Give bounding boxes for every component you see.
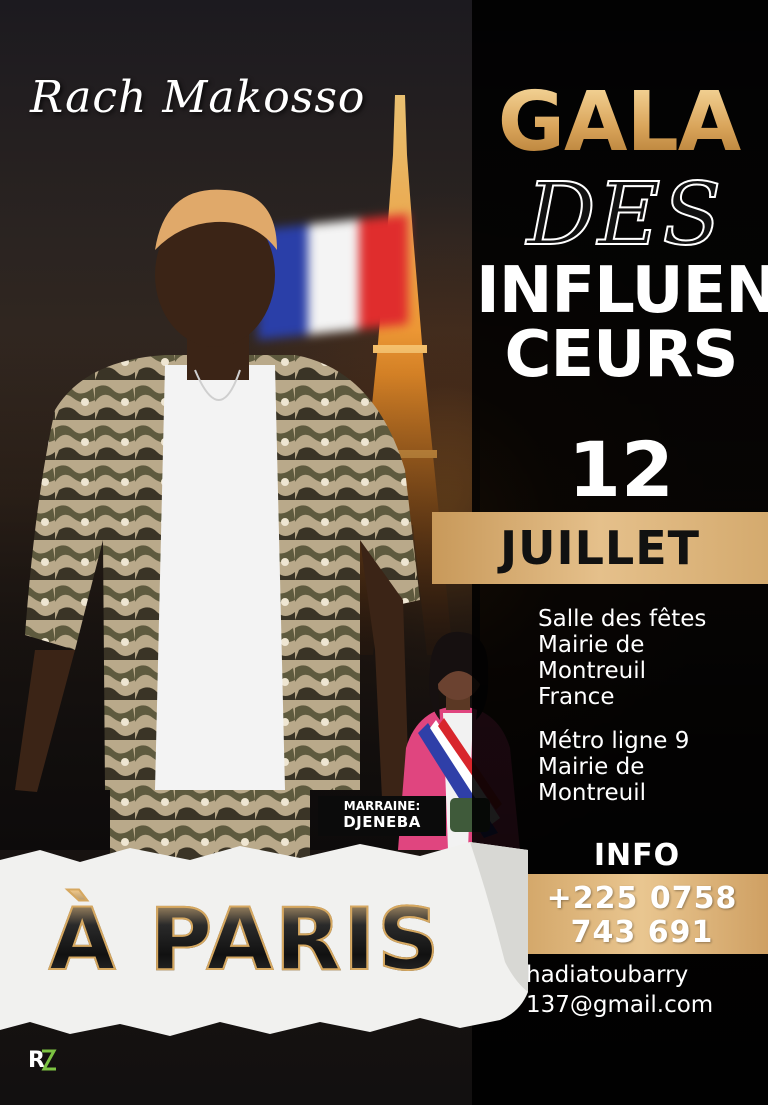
venue-line: Mairie de xyxy=(538,632,645,658)
venue-line: Salle des fêtes xyxy=(538,606,707,632)
metro-line: Métro ligne 9 xyxy=(538,728,690,754)
email-line: 137@gmail.com xyxy=(526,992,714,1018)
phone-number: +225 0758 743 691 xyxy=(516,882,768,950)
phone-line: +225 0758 xyxy=(546,881,738,916)
phone-line: 743 691 xyxy=(570,915,714,950)
contact-email: hadiatoubarry 137@gmail.com xyxy=(526,960,766,1020)
title-gala: GALA xyxy=(484,82,754,164)
featured-person-photo xyxy=(15,189,420,860)
venue-address: Salle des fêtes Mairie de Montreuil Fran… xyxy=(538,606,760,710)
event-day: 12 xyxy=(568,425,674,514)
info-heading: INFO xyxy=(593,838,681,873)
brand-name: Rach Makosso xyxy=(30,72,366,123)
metro-line: Montreuil xyxy=(538,780,646,806)
title-ceurs: CEURS xyxy=(504,318,738,392)
title-des: DES xyxy=(526,165,724,265)
marraine-badge: MARRAINE: DJENEBA xyxy=(318,796,446,836)
event-month: JUILLET xyxy=(499,521,700,575)
metro-line: Mairie de xyxy=(538,754,645,780)
marraine-label: MARRAINE: xyxy=(343,799,421,813)
email-line: hadiatoubarry xyxy=(526,962,689,988)
marraine-name: DJENEBA xyxy=(343,813,421,831)
designer-logo-icon: R xyxy=(28,1048,57,1073)
venue-line: Montreuil xyxy=(538,658,646,684)
metro-directions: Métro ligne 9 Mairie de Montreuil xyxy=(538,728,760,806)
city-title: À PARIS xyxy=(40,889,450,991)
title-influen: INFLUEN xyxy=(476,254,768,328)
venue-line: France xyxy=(538,684,615,710)
event-poster: Rach Makosso GALA DES INFLUEN CEURS 12 J… xyxy=(0,0,768,1105)
